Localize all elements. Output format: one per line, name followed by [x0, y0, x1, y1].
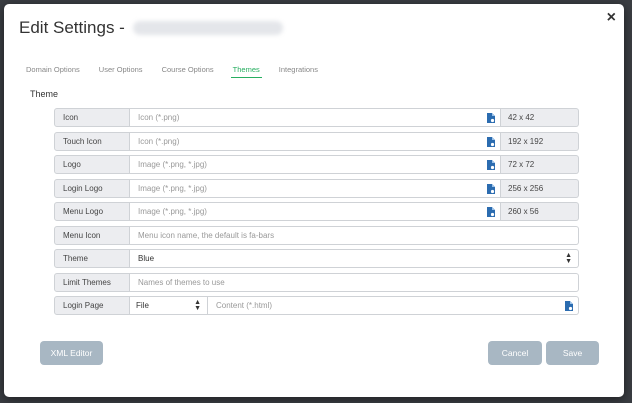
icon-file-input[interactable]: Icon (*.png) [130, 108, 501, 127]
select-arrows-icon: ▲ ▼ [565, 252, 572, 265]
limit-themes-placeholder: Names of themes to use [138, 277, 225, 287]
file-upload-icon[interactable] [487, 136, 495, 147]
dialog-header: Edit Settings - [19, 16, 283, 40]
row-limit-themes: Limit Themes Names of themes to use [54, 272, 579, 292]
touch-icon-size: 192 x 192 [501, 131, 579, 151]
row-menu-logo: Menu Logo Image (*.png, *.jpg) 260 x 56 [54, 202, 579, 221]
row-theme: Theme Blue ▲ ▼ [54, 249, 579, 268]
login-page-type-value: File [136, 301, 149, 310]
menu-logo-placeholder: Image (*.png, *.jpg) [138, 207, 207, 216]
menu-logo-size: 260 x 56 [501, 202, 579, 221]
dialog-title: Edit Settings - [19, 18, 125, 37]
row-logo: Logo Image (*.png, *.jpg) 72 x 72 [54, 155, 579, 174]
login-page-file-input[interactable]: Content (*.html) [208, 296, 579, 315]
row-login-page: Login Page File ▲ ▼ Content (*.html) [54, 296, 579, 315]
file-upload-icon[interactable] [565, 301, 573, 311]
select-arrows-icon: ▲ ▼ [194, 299, 201, 312]
row-touch-icon: Touch Icon Icon (*.png) 192 x 192 [54, 131, 579, 151]
limit-themes-label: Limit Themes [54, 272, 130, 292]
file-upload-icon[interactable] [487, 183, 495, 194]
row-menu-icon: Menu Icon Menu icon name, the default is… [54, 225, 579, 245]
tab-user-options[interactable]: User Options [97, 65, 145, 78]
tab-course-options[interactable]: Course Options [160, 65, 216, 78]
close-icon[interactable]: × [607, 10, 616, 26]
tab-domain-options[interactable]: Domain Options [24, 65, 82, 78]
tab-bar: Domain Options User Options Course Optio… [24, 65, 335, 78]
tab-integrations[interactable]: Integrations [277, 65, 320, 78]
file-upload-icon[interactable] [487, 207, 495, 217]
logo-file-input[interactable]: Image (*.png, *.jpg) [130, 155, 501, 174]
theme-select-value: Blue [138, 254, 155, 263]
menu-icon-input[interactable]: Menu icon name, the default is fa-bars [130, 225, 579, 245]
theme-select[interactable]: Blue ▲ ▼ [130, 249, 579, 268]
logo-label: Logo [54, 155, 130, 174]
logo-size: 72 x 72 [501, 155, 579, 174]
xml-editor-button[interactable]: XML Editor [40, 341, 103, 365]
file-upload-icon[interactable] [487, 113, 495, 123]
login-logo-placeholder: Image (*.png, *.jpg) [138, 183, 207, 193]
menu-icon-label: Menu Icon [54, 225, 130, 245]
icon-placeholder: Icon (*.png) [138, 113, 180, 122]
theme-form: Icon Icon (*.png) 42 x 42 Touch Icon Ico… [54, 108, 579, 320]
redacted-domain-name [132, 21, 283, 35]
touch-icon-file-input[interactable]: Icon (*.png) [130, 131, 501, 151]
login-logo-file-input[interactable]: Image (*.png, *.jpg) [130, 178, 501, 198]
login-page-type-select[interactable]: File ▲ ▼ [130, 296, 208, 315]
limit-themes-input[interactable]: Names of themes to use [130, 272, 579, 292]
menu-logo-label: Menu Logo [54, 202, 130, 221]
touch-icon-placeholder: Icon (*.png) [138, 136, 180, 146]
tab-themes[interactable]: Themes [230, 65, 262, 78]
edit-settings-dialog: Edit Settings - × Domain Options User Op… [4, 4, 624, 397]
icon-label: Icon [54, 108, 130, 127]
login-page-label: Login Page [54, 296, 130, 315]
menu-logo-file-input[interactable]: Image (*.png, *.jpg) [130, 202, 501, 221]
logo-placeholder: Image (*.png, *.jpg) [138, 160, 207, 169]
login-logo-size: 256 x 256 [501, 178, 579, 198]
touch-icon-label: Touch Icon [54, 131, 130, 151]
cancel-button[interactable]: Cancel [488, 341, 542, 365]
icon-size: 42 x 42 [501, 108, 579, 127]
row-icon: Icon Icon (*.png) 42 x 42 [54, 108, 579, 127]
save-button[interactable]: Save [546, 341, 599, 365]
theme-label: Theme [54, 249, 130, 268]
row-login-logo: Login Logo Image (*.png, *.jpg) 256 x 25… [54, 178, 579, 198]
login-page-placeholder: Content (*.html) [216, 301, 273, 310]
file-upload-icon[interactable] [487, 160, 495, 170]
section-label-theme: Theme [30, 89, 59, 99]
login-logo-label: Login Logo [54, 178, 130, 198]
menu-icon-placeholder: Menu icon name, the default is fa-bars [138, 230, 275, 240]
